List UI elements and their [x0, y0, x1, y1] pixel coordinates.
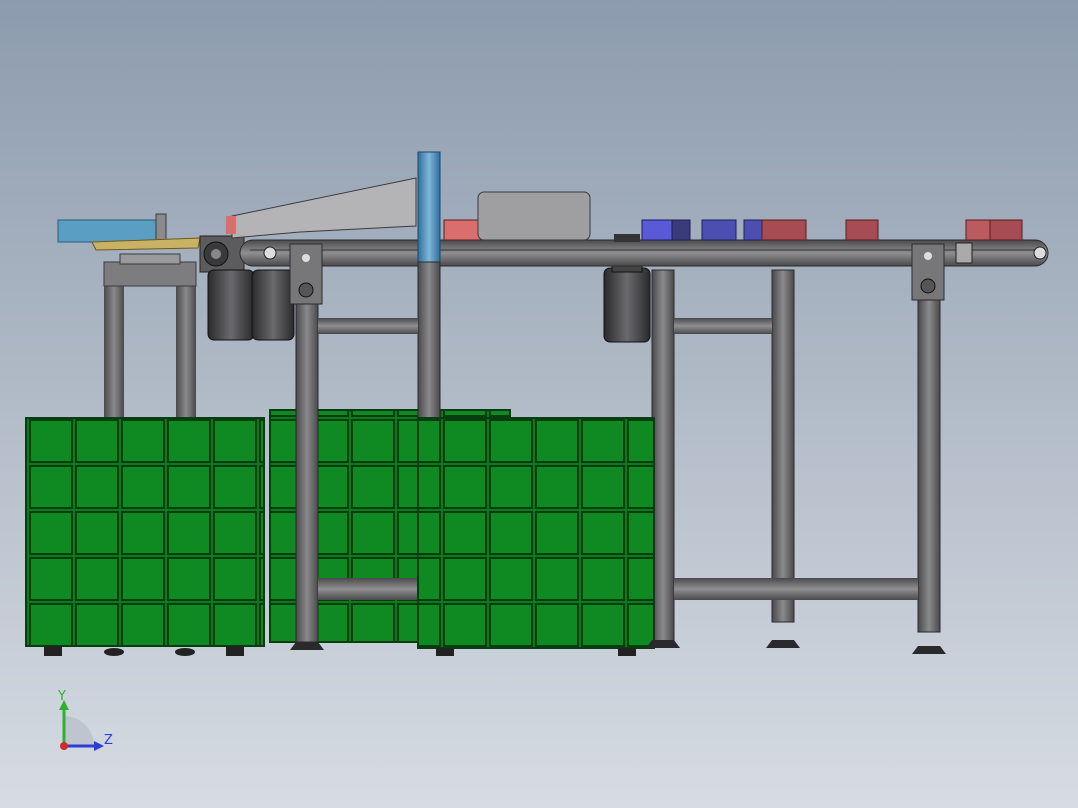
motor-right [603, 261, 651, 343]
x-axis-origin [60, 742, 68, 750]
left-stand-frame [103, 253, 197, 424]
vertical-pusher [417, 151, 441, 271]
pallet-stack-right [417, 417, 655, 656]
y-axis-label: Y [57, 689, 66, 704]
z-axis-label: Z [104, 733, 113, 748]
conveyor-assembly-drawing: Y Z [25, 151, 1049, 751]
cad-viewport[interactable]: Y Z [0, 0, 1078, 808]
z-axis-arrowhead [94, 741, 104, 751]
pallet-stack-left [25, 417, 265, 656]
motor-left [207, 269, 295, 341]
orientation-triad: Y Z [57, 689, 113, 751]
machine-guard [226, 177, 591, 241]
